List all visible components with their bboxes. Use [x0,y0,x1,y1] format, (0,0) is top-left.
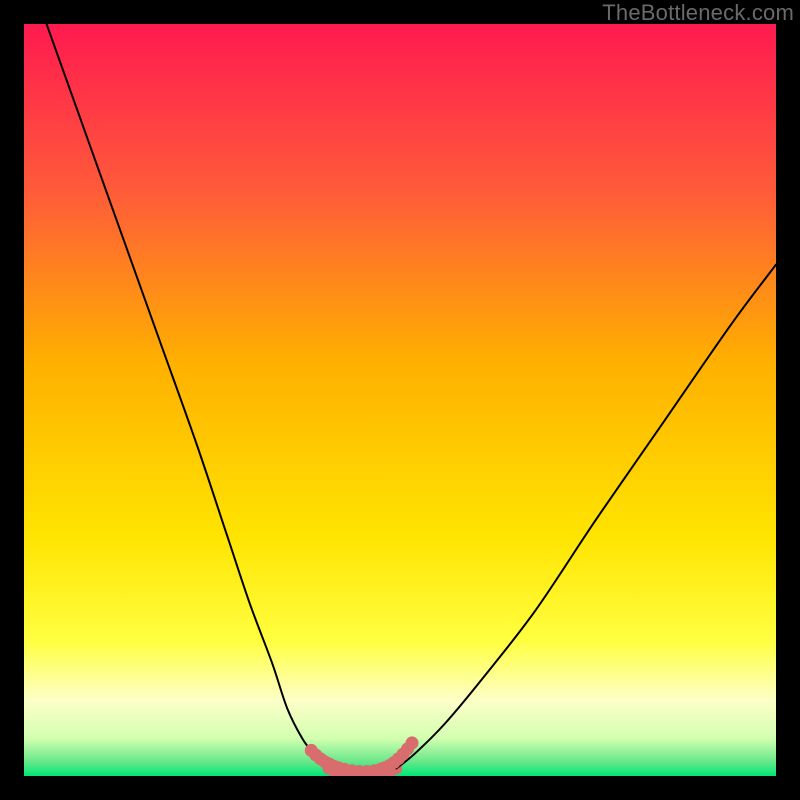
basin-marker [406,736,419,749]
chart-svg [24,24,776,776]
left-curve [47,24,329,768]
frame: TheBottleneck.com [0,0,800,800]
plot-area [24,24,776,776]
watermark-label: TheBottleneck.com [602,0,794,26]
curve-lines [47,24,776,774]
right-curve [396,265,776,769]
